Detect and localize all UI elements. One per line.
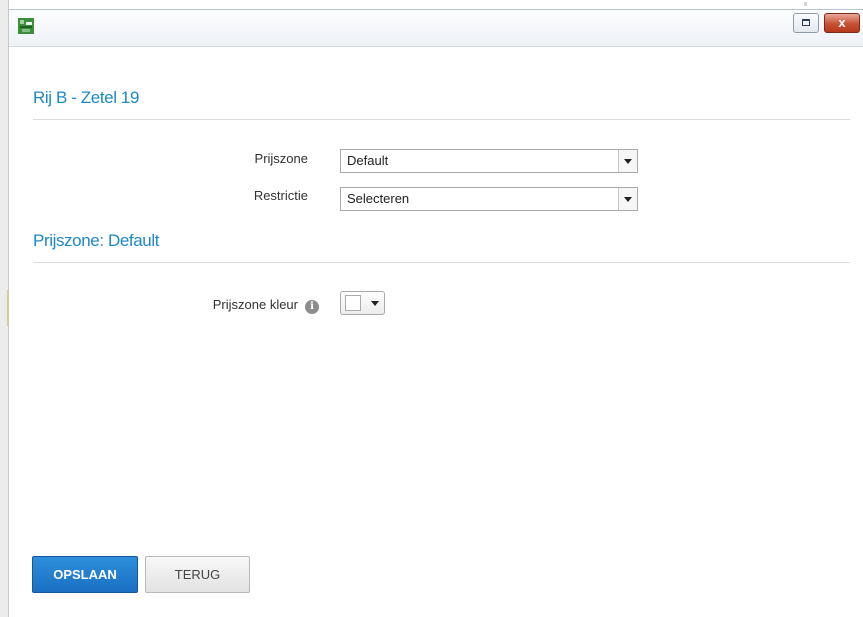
app-icon [18, 18, 34, 34]
price-zone-color-label: Prijszone kleur [212, 297, 298, 312]
price-zone-value: Default [347, 153, 389, 168]
close-button[interactable]: x [824, 13, 860, 33]
restriction-value: Selecteren [347, 191, 410, 206]
maximize-button[interactable] [793, 13, 819, 33]
restriction-dropdown-arrow[interactable] [618, 188, 637, 210]
top-strip-mark [804, 2, 807, 6]
window-top-strip [9, 0, 863, 9]
restriction-label: Restrictie [253, 188, 308, 203]
price-zone-dropdown-arrow[interactable] [618, 150, 637, 172]
chevron-down-icon [371, 301, 379, 306]
color-swatch [345, 295, 361, 311]
restriction-select[interactable]: Selecteren [340, 187, 638, 211]
frame-resize-mark [7, 290, 9, 326]
chevron-down-icon [624, 159, 632, 164]
maximize-icon [802, 19, 810, 26]
title-bar[interactable] [9, 9, 863, 47]
price-zone-select[interactable]: Default [340, 149, 638, 173]
info-icon[interactable]: i [305, 300, 319, 314]
save-button[interactable]: OPSLAAN [32, 556, 138, 593]
section-divider [33, 262, 850, 263]
chevron-down-icon [624, 197, 632, 202]
section-divider [33, 119, 850, 120]
price-zone-label: Prijszone [254, 151, 308, 166]
section-title-price-zone: Prijszone: Default [33, 231, 160, 250]
color-picker[interactable] [340, 291, 385, 315]
back-button[interactable]: TERUG [145, 556, 250, 593]
section-title-seat: Rij B - Zetel 19 [33, 88, 140, 107]
